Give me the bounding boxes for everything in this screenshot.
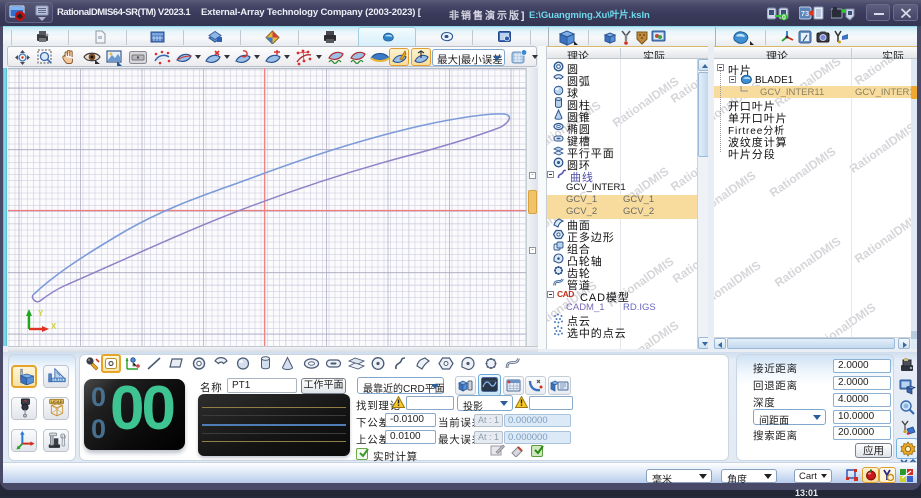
- svg-text:X: X: [51, 322, 57, 331]
- svg-text:Y: Y: [38, 309, 44, 318]
- svg-text:LICAD: LICAD: [51, 399, 63, 404]
- svg-text:73: 73: [801, 9, 809, 18]
- svg-text:0: 0: [782, 15, 786, 21]
